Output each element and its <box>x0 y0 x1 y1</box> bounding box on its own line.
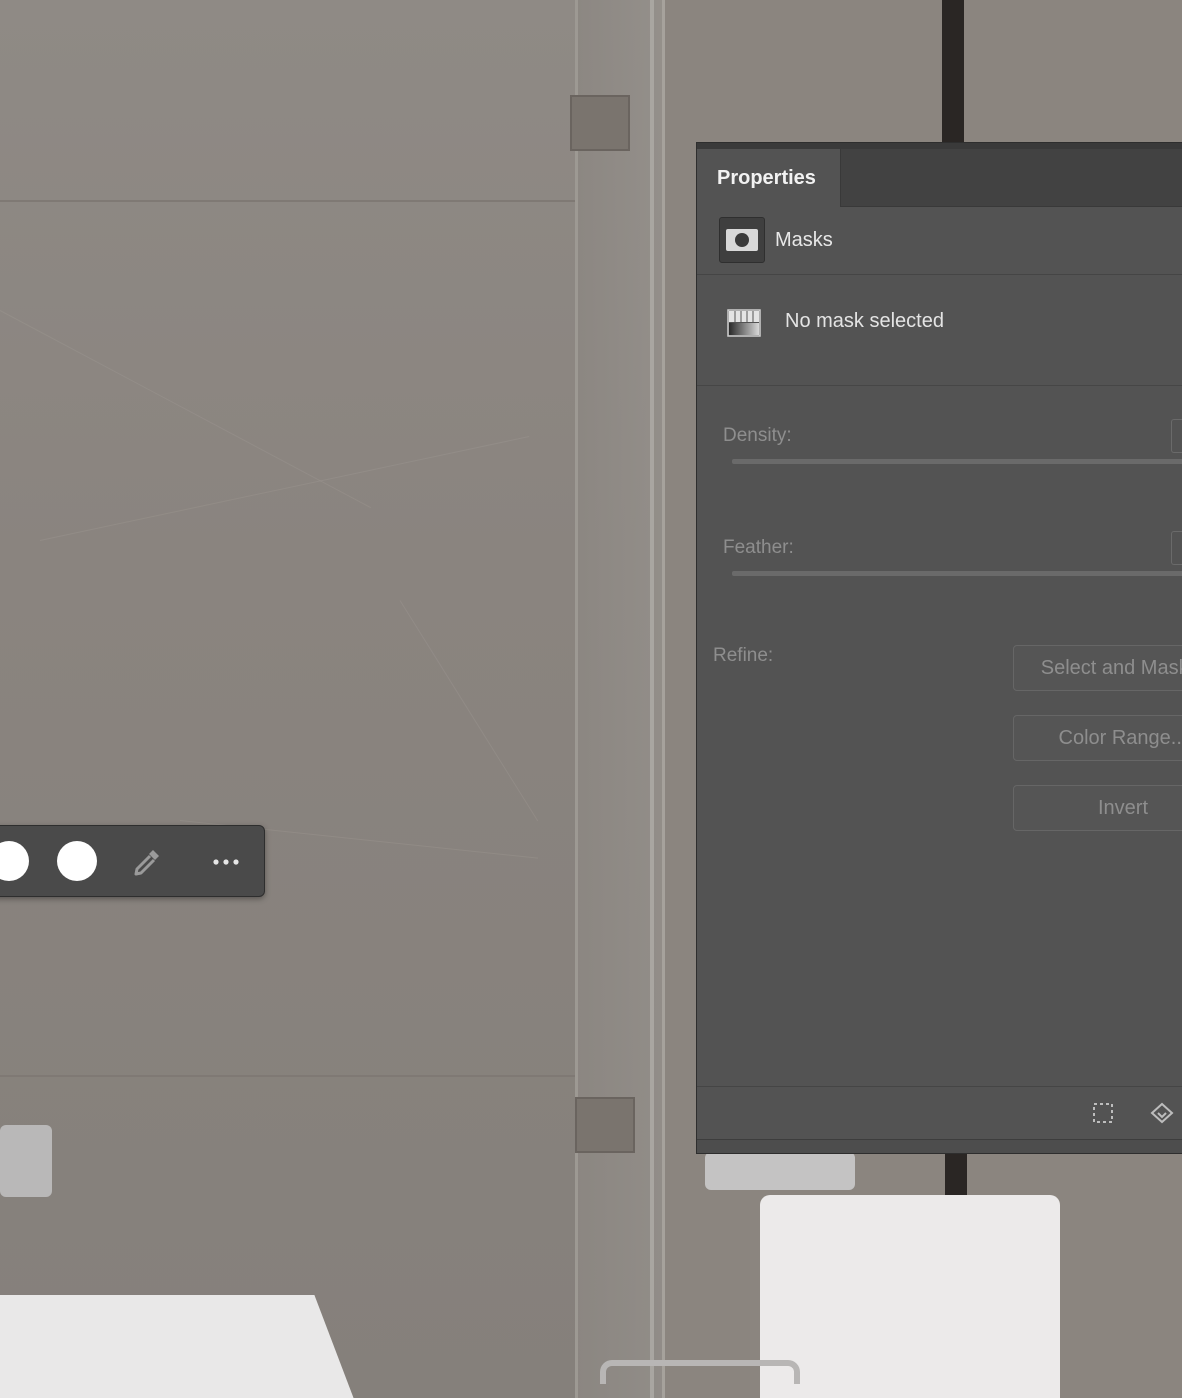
apply-mask-icon[interactable] <box>1149 1101 1174 1125</box>
sink <box>0 1295 360 1398</box>
tile-seam <box>0 1075 575 1077</box>
invert-button[interactable]: Invert <box>1013 785 1182 831</box>
door-hinge <box>575 1097 635 1153</box>
section-title: Masks <box>775 229 833 251</box>
feather-slider[interactable] <box>732 571 1182 576</box>
feather-input[interactable] <box>1171 531 1182 565</box>
more-options-icon[interactable] <box>211 850 241 874</box>
select-and-mask-button[interactable]: Select and Mask... <box>1013 645 1182 691</box>
color-range-button[interactable]: Color Range... <box>1013 715 1182 761</box>
glass-edge <box>650 0 654 1398</box>
tab-properties[interactable]: Properties <box>697 149 841 207</box>
load-selection-icon[interactable] <box>1091 1101 1115 1125</box>
density-input[interactable] <box>1171 419 1182 453</box>
background-color-swatch[interactable] <box>57 841 97 881</box>
faucet <box>0 1125 52 1197</box>
panel-tab-bar: Properties <box>697 143 1182 207</box>
foreground-color-swatch[interactable] <box>0 841 29 881</box>
layer-mask-icon[interactable] <box>719 217 765 263</box>
refine-label: Refine: <box>713 645 774 666</box>
tile-seam <box>0 200 575 202</box>
panel-bottom-bar <box>697 1139 1182 1153</box>
door-hinge <box>570 95 630 151</box>
gradient-mask-icon <box>727 309 761 337</box>
density-slider[interactable] <box>732 459 1182 464</box>
panel-footer <box>697 1086 1182 1138</box>
toilet <box>760 1195 1060 1398</box>
properties-panel: Properties Masks No mask selected Densit… <box>696 142 1182 1154</box>
eyedropper-icon[interactable] <box>129 844 165 880</box>
faucet <box>705 1152 855 1190</box>
feather-label: Feather: <box>723 537 794 558</box>
contextual-task-bar <box>0 825 265 897</box>
density-label: Density: <box>723 425 792 446</box>
towel-bar <box>600 1360 800 1384</box>
no-mask-status: No mask selected <box>785 310 944 332</box>
masks-section-header: Masks <box>697 207 1182 275</box>
shower-post <box>942 0 964 142</box>
mask-status-row: No mask selected <box>697 276 1182 386</box>
